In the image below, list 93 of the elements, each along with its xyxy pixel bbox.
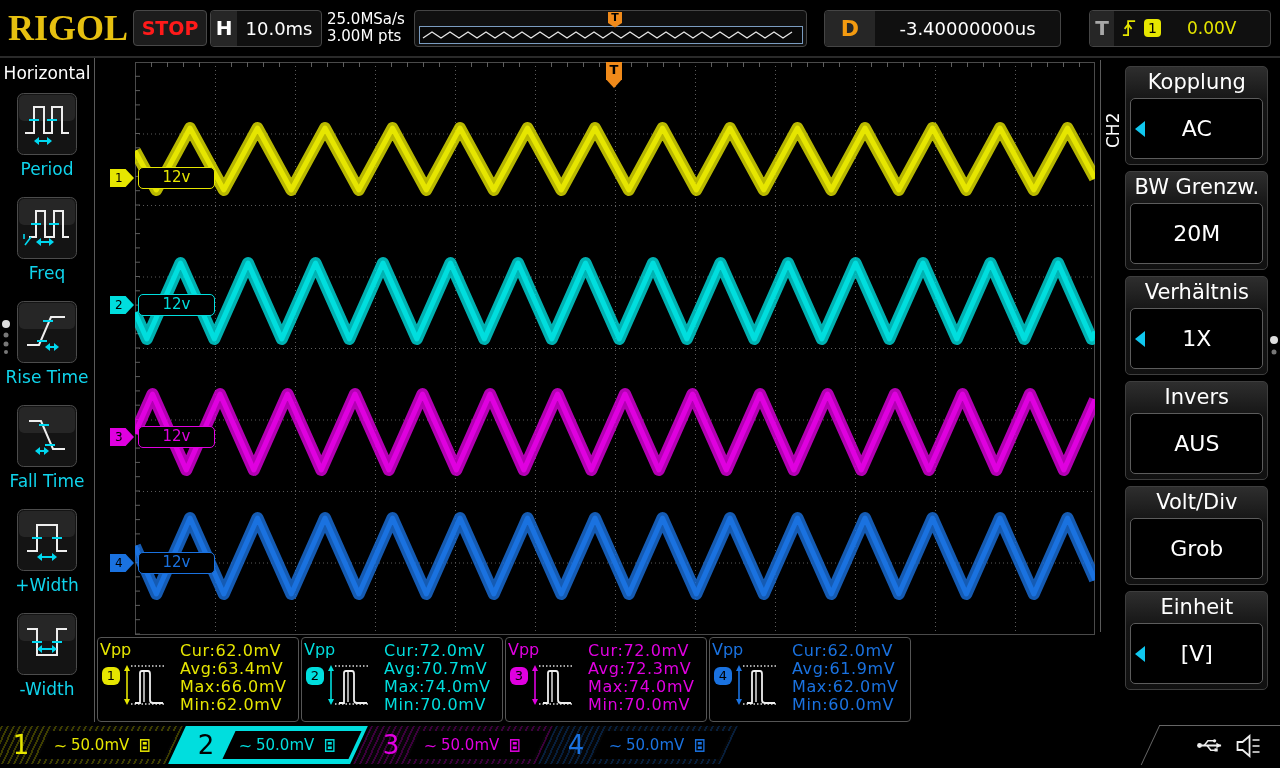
vpp-icon xyxy=(531,663,575,707)
measure-reading: Cur:72.0mV xyxy=(384,642,487,660)
menu-softkey[interactable]: Volt/Div Grob xyxy=(1125,486,1269,585)
option-value: 1X xyxy=(1181,326,1213,351)
scale-value: 50.0mV xyxy=(71,736,130,754)
measure-type: Vpp xyxy=(100,641,133,659)
option-value: [V] xyxy=(1179,641,1214,666)
measure-type: Vpp xyxy=(712,641,745,659)
measure-reading: Max:74.0mV xyxy=(384,678,491,696)
measure-softkey[interactable]: Fall Time xyxy=(0,397,95,501)
channel-label: 12v xyxy=(138,552,215,574)
trigger-position-marker: T xyxy=(608,11,622,28)
menu-softkey[interactable]: BW Grenzw. 20M xyxy=(1125,171,1269,270)
coupling-symbol: ~ xyxy=(54,735,68,755)
channel-badge: 2 xyxy=(306,667,324,685)
measure-reading: Cur:62.0mV xyxy=(180,642,283,660)
scale-value: 50.0mV xyxy=(626,736,685,754)
channel-tab[interactable]: 2 ~ 50.0mV xyxy=(168,726,368,764)
channel-marker[interactable]: 2 xyxy=(110,296,134,314)
measure-reading: Min:60.0mV xyxy=(792,696,895,714)
page-dots-icon xyxy=(1269,336,1280,356)
channel-badge: 1 xyxy=(102,667,120,685)
menu-softkey[interactable]: Einheit [V] xyxy=(1125,591,1269,690)
negative-width-icon xyxy=(17,613,77,675)
measure-softkey[interactable]: Rise Time xyxy=(0,293,95,397)
trigger-source-badge: 1 xyxy=(1144,19,1161,37)
delay-label: D xyxy=(825,10,875,46)
menu-softkey[interactable]: Invers AUS xyxy=(1125,381,1269,480)
channel-badge: 4 xyxy=(714,667,732,685)
page-dots-icon xyxy=(1,320,11,354)
vpp-icon xyxy=(123,663,167,707)
option-value: AC xyxy=(1180,116,1213,141)
memory-depth: 3.00M pts xyxy=(327,28,403,45)
measure-reading: Avg:70.7mV xyxy=(384,660,489,678)
measure-reading: Min:70.0mV xyxy=(588,696,691,714)
channel-label: 12v xyxy=(138,426,215,448)
measure-softkey[interactable]: +Width xyxy=(0,501,95,605)
channel-tab[interactable]: 4 ~ 50.0mV xyxy=(538,726,738,764)
trigger-label: T xyxy=(1090,10,1114,46)
rise-time-icon xyxy=(17,301,77,363)
sample-rate: 25.0MSa/s xyxy=(327,11,406,28)
measure-reading: Min:70.0mV xyxy=(384,696,487,714)
delay-display[interactable]: D -3.40000000us xyxy=(824,9,1061,47)
timebase-label: H xyxy=(211,10,237,46)
measure-reading: Max:74.0mV xyxy=(588,678,695,696)
run-stop-button[interactable]: STOP xyxy=(133,10,207,46)
channel-tab[interactable]: 3 ~ 50.0mV xyxy=(353,726,553,764)
channel-marker[interactable]: 3 xyxy=(110,428,134,446)
trigger-position-marker[interactable]: T xyxy=(606,62,622,88)
option-value: 20M xyxy=(1172,221,1222,246)
menu-softkey[interactable]: Kopplung AC xyxy=(1125,66,1269,165)
period-icon xyxy=(17,93,77,155)
channel-marker[interactable]: 1 xyxy=(110,169,134,187)
measure-reading: Avg:61.9mV xyxy=(792,660,897,678)
measure-type: Vpp xyxy=(508,641,541,659)
coupling-symbol: ~ xyxy=(239,735,253,755)
scale-value: 50.0mV xyxy=(256,736,315,754)
measure-softkey[interactable]: Period xyxy=(0,85,95,189)
trigger-level: 0.00V xyxy=(1187,18,1237,38)
timebase-value: 10.0ms xyxy=(244,17,314,39)
channel-marker[interactable]: 4 xyxy=(110,554,134,572)
measure-reading: Max:66.0mV xyxy=(180,678,287,696)
measure-reading: Avg:63.4mV xyxy=(180,660,285,678)
fall-time-icon xyxy=(17,405,77,467)
measure-reading: Max:62.0mV xyxy=(792,678,899,696)
delay-value: -3.40000000us xyxy=(898,17,1037,39)
channel-label: 12v xyxy=(138,167,215,189)
positive-width-icon xyxy=(17,509,77,571)
speaker-muted-icon[interactable] xyxy=(1235,733,1262,758)
sidebar-title: Horizontal xyxy=(3,62,91,85)
measure-reading: Cur:62.0mV xyxy=(792,642,895,660)
scale-value: 50.0mV xyxy=(441,736,500,754)
channel-badge: 3 xyxy=(510,667,528,685)
brand-logo: RIGOL xyxy=(8,10,128,46)
measure-softkey[interactable]: Freq xyxy=(0,189,95,293)
measure-softkey[interactable]: -Width xyxy=(0,605,95,709)
vpp-icon xyxy=(327,663,371,707)
coupling-symbol: ~ xyxy=(424,735,438,755)
menu-softkey[interactable]: Verhältnis 1X xyxy=(1125,276,1269,375)
measure-reading: Cur:72.0mV xyxy=(588,642,691,660)
channel-label: 12v xyxy=(138,294,215,316)
option-value: AUS xyxy=(1173,431,1221,456)
coupling-symbol: ~ xyxy=(609,735,623,755)
timebase-display[interactable]: H 10.0ms xyxy=(210,9,322,47)
option-value: Grob xyxy=(1169,536,1225,561)
channel-tab[interactable]: 1 ~ 50.0mV xyxy=(0,726,183,764)
frequency-icon xyxy=(17,197,77,259)
trigger-display[interactable]: T 1 0.00V xyxy=(1089,9,1271,47)
measure-type: Vpp xyxy=(304,641,337,659)
menu-title: CH2 xyxy=(1104,111,1123,148)
measure-reading: Avg:72.3mV xyxy=(588,660,693,678)
vpp-icon xyxy=(735,663,779,707)
measure-reading: Min:62.0mV xyxy=(180,696,283,714)
